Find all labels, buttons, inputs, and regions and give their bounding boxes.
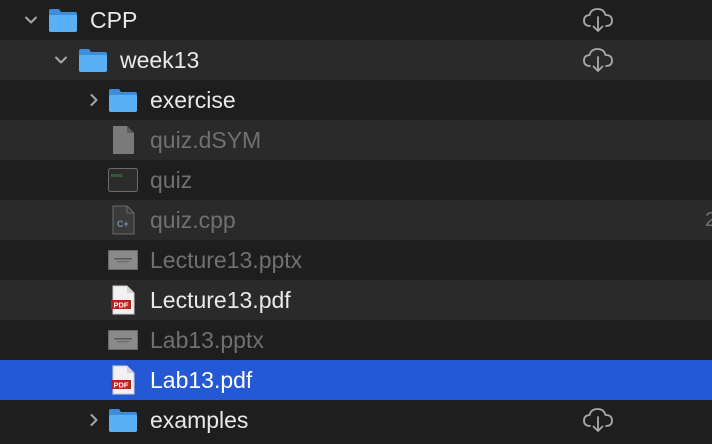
tree-row-quiz-cpp[interactable]: C+ quiz.cpp 2	[0, 200, 712, 240]
cloud-download-icon[interactable]	[580, 5, 616, 35]
tree-row-quiz-dsym[interactable]: quiz.dSYM	[0, 120, 712, 160]
tree-item-label: Lab13.pdf	[150, 367, 253, 393]
tree-row-examples[interactable]: examples	[0, 400, 712, 440]
folder-icon	[108, 405, 138, 435]
terminal-prompt-text: exec	[111, 173, 123, 179]
status-count: 2	[705, 209, 712, 231]
tree-item-label: Lecture13.pdf	[150, 287, 291, 313]
tree-item-label: week13	[120, 47, 200, 73]
pdf-file-icon: PDF	[108, 365, 138, 395]
tree-item-label: Lab13.pptx	[150, 327, 264, 353]
tree-row-week13[interactable]: week13	[0, 40, 712, 80]
file-icon	[108, 125, 138, 155]
tree-row-lecture13-pptx[interactable]: Lecture13.pptx	[0, 240, 712, 280]
cloud-download-icon[interactable]	[580, 45, 616, 75]
chevron-right-icon[interactable]	[85, 411, 103, 429]
tree-row-exercise[interactable]: exercise	[0, 80, 712, 120]
tree-row-quiz[interactable]: exec quiz	[0, 160, 712, 200]
file-tree: CPP week13 exercise quiz.dSYM exec quiz …	[0, 0, 712, 444]
cloud-download-icon[interactable]	[580, 405, 616, 435]
terminal-executable-icon: exec	[108, 165, 138, 195]
folder-icon	[48, 5, 78, 35]
pdf-badge-text: PDF	[114, 381, 129, 390]
chevron-down-icon[interactable]	[52, 51, 70, 69]
tree-item-label: CPP	[90, 7, 138, 33]
tree-row-lecture13-pdf[interactable]: PDF Lecture13.pdf	[0, 280, 712, 320]
folder-icon	[78, 45, 108, 75]
tree-item-label: quiz.dSYM	[150, 127, 262, 153]
chevron-right-icon[interactable]	[85, 91, 103, 109]
cpp-file-icon: C+	[108, 205, 138, 235]
presentation-file-icon	[108, 245, 138, 275]
tree-item-label: exercise	[150, 87, 236, 113]
chevron-down-icon[interactable]	[22, 11, 40, 29]
tree-item-label: examples	[150, 407, 249, 433]
presentation-file-icon	[108, 325, 138, 355]
pdf-file-icon: PDF	[108, 285, 138, 315]
tree-item-label: quiz	[150, 167, 193, 193]
tree-item-label: Lecture13.pptx	[150, 247, 303, 273]
tree-row-cpp[interactable]: CPP	[0, 0, 712, 40]
pdf-badge-text: PDF	[114, 301, 129, 310]
tree-item-label: quiz.cpp	[150, 207, 236, 233]
cpp-badge-text: C+	[117, 219, 129, 229]
folder-icon	[108, 85, 138, 115]
tree-row-lab13-pptx[interactable]: Lab13.pptx	[0, 320, 712, 360]
tree-row-lab13-pdf[interactable]: PDF Lab13.pdf	[0, 360, 712, 400]
